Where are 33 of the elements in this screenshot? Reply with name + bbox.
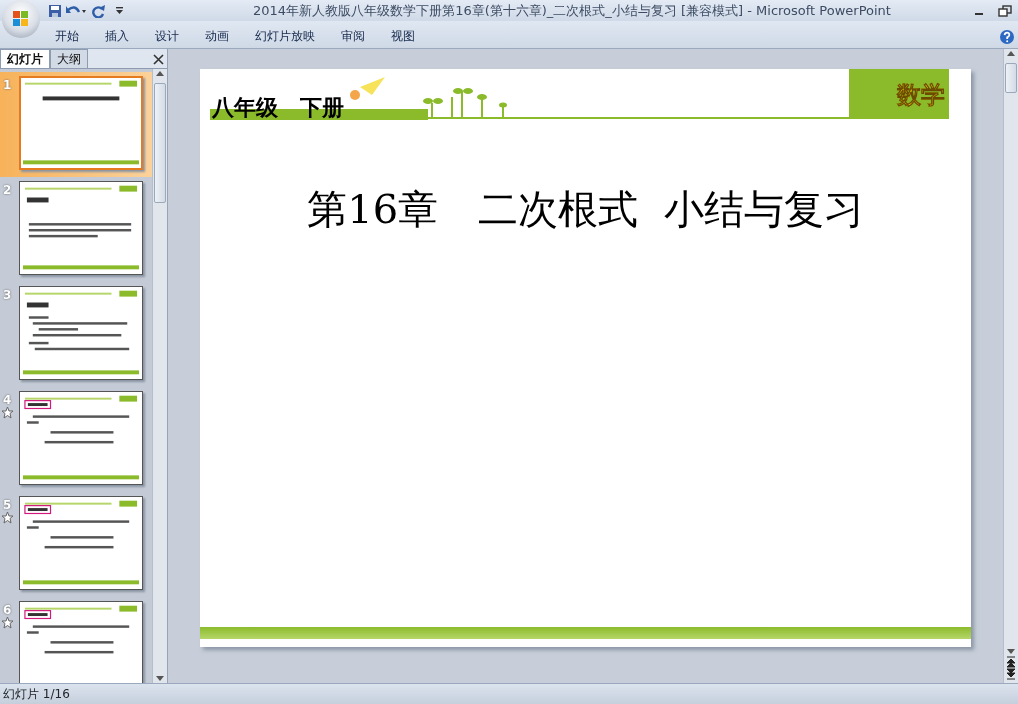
- slide-number: 2: [3, 181, 12, 199]
- ribbon-tab[interactable]: 审阅: [328, 23, 378, 48]
- slide-number: 1: [3, 76, 12, 94]
- ribbon-tab[interactable]: 开始: [42, 23, 92, 48]
- close-icon[interactable]: [153, 53, 164, 65]
- slide-number: 5: [3, 496, 12, 514]
- previous-slide-icon[interactable]: [1006, 655, 1016, 668]
- slide-number: 6: [3, 601, 12, 619]
- ribbon-tab[interactable]: 视图: [378, 23, 428, 48]
- slide-thumbnail[interactable]: [19, 180, 143, 275]
- slide-thumbnail[interactable]: [19, 390, 143, 485]
- customize-toolbar-icon[interactable]: [115, 6, 124, 16]
- slide-number: 4: [3, 391, 12, 409]
- ribbon-tab[interactable]: 插入: [92, 23, 142, 48]
- slide-thumbnail[interactable]: [19, 495, 143, 590]
- slide-title: 第16章 二次根式 小结与复习: [306, 184, 865, 234]
- slide-number: 3: [3, 286, 12, 304]
- window-title: 2014年新人教版八年级数学下册第16章(第十六章)_二次根式_小结与复习 [兼容模式] - Microsoft PowerPoint: [253, 2, 891, 18]
- ribbon-tab[interactable]: 幻灯片放映: [242, 23, 328, 48]
- ribbon-tab[interactable]: 设计: [142, 23, 192, 48]
- slide-thumbnail[interactable]: [19, 285, 143, 380]
- help-icon[interactable]: [999, 28, 1015, 45]
- office-button[interactable]: [2, 0, 40, 38]
- ribbon-tab[interactable]: 动画: [192, 23, 242, 48]
- status-text: 幻灯片 1/16: [3, 685, 70, 703]
- redo-icon[interactable]: [90, 3, 106, 18]
- subject-logo: 数学: [897, 79, 945, 111]
- slide-thumbnail[interactable]: [19, 75, 143, 170]
- slide-thumbnail[interactable]: [19, 600, 143, 683]
- next-slide-icon[interactable]: [1006, 667, 1016, 680]
- scrollbar-thumb[interactable]: [1005, 62, 1017, 93]
- scrollbar-thumb[interactable]: [154, 82, 166, 203]
- save-icon[interactable]: [48, 3, 62, 18]
